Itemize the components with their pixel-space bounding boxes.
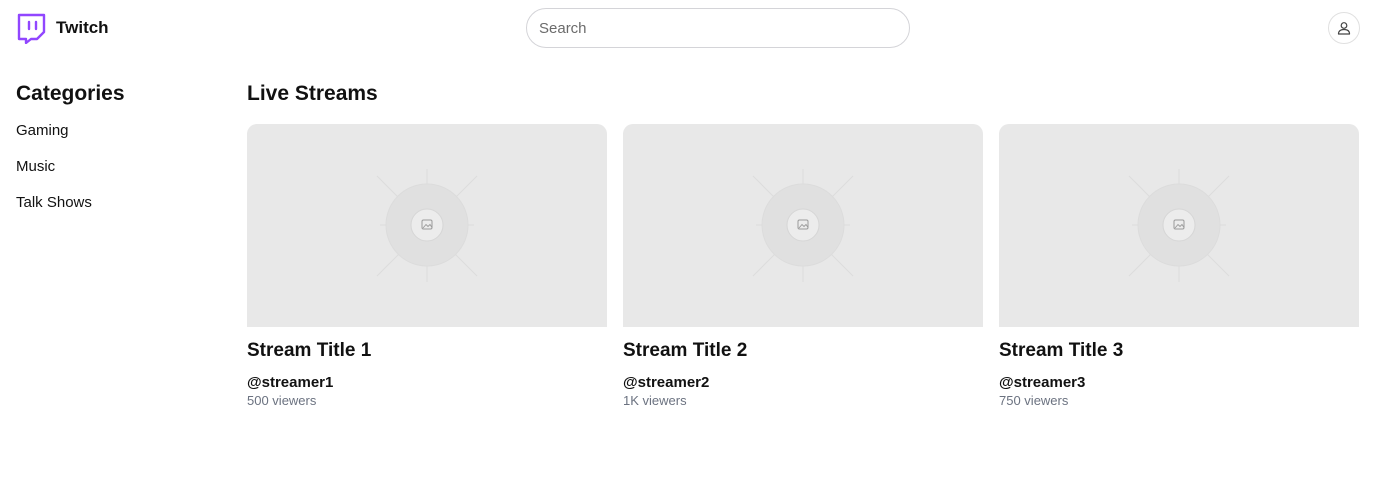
sidebar-item-talk-shows[interactable]: Talk Shows [16, 193, 216, 229]
stream-title[interactable]: Stream Title 2 [623, 339, 983, 363]
streamer-name[interactable]: @streamer2 [623, 373, 983, 393]
image-placeholder-icon [752, 169, 854, 282]
stream-thumbnail[interactable] [999, 124, 1359, 327]
image-placeholder-icon [1128, 169, 1230, 282]
stream-title[interactable]: Stream Title 3 [999, 339, 1359, 363]
main-content: Live Streams Stream Title 1 @streamer1 5… [247, 80, 1360, 409]
stream-grid: Stream Title 1 @streamer1 500 viewers St… [247, 124, 1360, 409]
stream-card[interactable]: Stream Title 2 @streamer2 1K viewers [623, 124, 983, 409]
stream-card[interactable]: Stream Title 3 @streamer3 750 viewers [999, 124, 1359, 409]
sidebar: Categories Gaming Music Talk Shows [16, 80, 216, 229]
sidebar-title: Categories [16, 82, 125, 105]
viewer-count: 500 viewers [247, 393, 317, 408]
stream-thumbnail[interactable] [247, 124, 607, 327]
sidebar-item-music[interactable]: Music [16, 157, 216, 193]
viewer-count: 750 viewers [999, 393, 1069, 408]
brand-name: Twitch [56, 18, 109, 37]
streamer-name[interactable]: @streamer1 [247, 373, 607, 393]
user-avatar-button[interactable] [1328, 12, 1360, 44]
brand[interactable]: Twitch [17, 12, 109, 44]
search-input[interactable] [526, 8, 910, 48]
stream-title[interactable]: Stream Title 1 [247, 339, 607, 363]
user-icon [1337, 22, 1351, 35]
streamer-name[interactable]: @streamer3 [999, 373, 1359, 393]
viewer-count: 1K viewers [623, 393, 687, 408]
twitch-logo-icon [17, 13, 46, 44]
stream-card[interactable]: Stream Title 1 @streamer1 500 viewers [247, 124, 607, 409]
page-title: Live Streams [247, 82, 378, 105]
top-bar: Twitch [0, 0, 1376, 56]
image-placeholder-icon [376, 169, 478, 282]
stream-thumbnail[interactable] [623, 124, 983, 327]
sidebar-item-gaming[interactable]: Gaming [16, 121, 216, 157]
